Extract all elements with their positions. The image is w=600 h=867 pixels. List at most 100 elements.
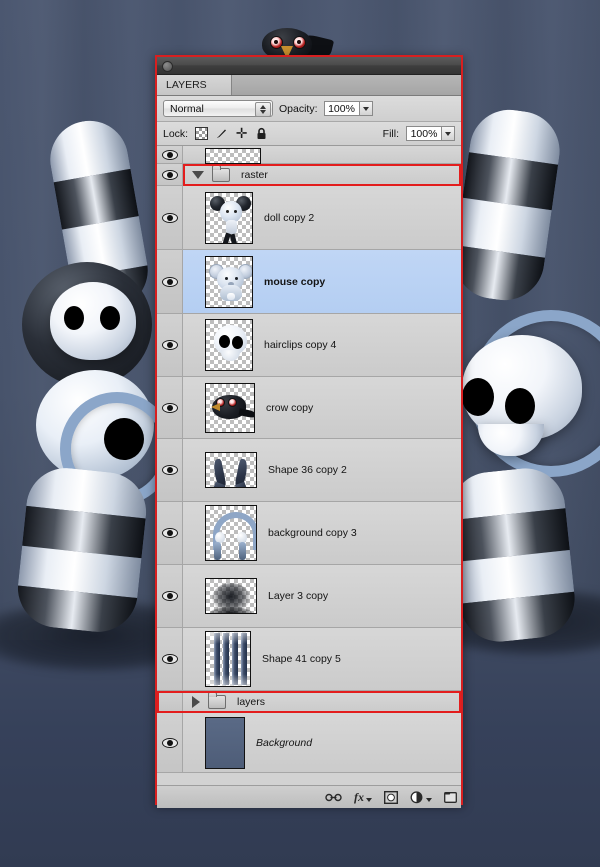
layer-name: mouse copy [264,275,326,288]
skull-eye-left-1 [64,306,84,330]
new-group-icon[interactable] [444,791,457,803]
visibility-eye-icon[interactable] [161,276,178,288]
opacity-input[interactable]: 100% [323,101,360,116]
layer-style-fx-icon[interactable]: fx [354,790,372,805]
visibility-eye-icon[interactable] [161,737,178,749]
visibility-toggle-cell[interactable] [157,314,183,376]
visibility-toggle-cell[interactable] [157,502,183,564]
layer-thumbnail[interactable] [205,578,257,614]
fill-label: Fill: [382,127,399,140]
visibility-eye-icon[interactable] [161,339,178,351]
visibility-toggle-cell[interactable] [157,565,183,627]
move-lock-icon[interactable]: ✛ [235,126,248,140]
layer-name: Background [256,736,313,749]
all-lock-icon[interactable] [255,127,268,140]
blend-mode-value: Normal [170,102,204,115]
blend-options-row[interactable]: Normal Opacity: 100% [157,96,461,122]
layer-row[interactable]: crow copy [157,377,461,439]
fx-label: fx [354,789,364,804]
tab-layers-label: LAYERS [166,79,207,91]
layer-thumbnail[interactable] [205,319,253,371]
visibility-toggle-cell[interactable] [157,146,183,163]
layer-group-row[interactable]: layers [157,691,461,713]
visibility-eye-icon[interactable] [161,527,178,539]
layer-thumbnail[interactable] [205,191,253,244]
layer-name: Shape 41 copy 5 [262,653,341,665]
fill-input[interactable]: 100% [406,126,442,141]
lock-row[interactable]: Lock: ✛ Fill: 100% [157,122,461,146]
layer-row[interactable]: Background [157,713,461,773]
panel-tab-bar[interactable]: LAYERS [157,75,461,96]
layer-row[interactable]: doll copy 2 [157,186,461,250]
layer-name: crow copy [266,401,314,414]
layer-row[interactable]: Shape 36 copy 2 [157,439,461,502]
fill-dropdown-icon[interactable] [442,126,455,141]
layer-name: layers [237,695,266,708]
layer-list[interactable]: raster doll copy 2 mouse copy hairclips cop… [157,146,461,785]
paint-lock-icon[interactable] [215,127,228,140]
visibility-toggle-cell[interactable] [157,250,183,313]
right-limb-lower [446,464,579,646]
chevron-updown-icon[interactable] [255,102,271,117]
visibility-eye-icon[interactable] [161,590,178,602]
visibility-toggle-cell[interactable] [157,628,183,690]
layer-thumbnail[interactable] [205,631,251,687]
layer-thumbnail[interactable] [205,452,257,488]
visibility-toggle-cell[interactable] [157,691,183,712]
blend-mode-select[interactable]: Normal [163,100,273,117]
visibility-eye-icon[interactable] [161,149,178,161]
orb-eye-left [104,418,144,460]
tab-layers[interactable]: LAYERS [157,75,232,95]
layer-row[interactable]: Shape 41 copy 5 [157,628,461,691]
layer-name: background copy 3 [268,527,357,539]
visibility-eye-icon[interactable] [161,653,178,665]
visibility-toggle-cell[interactable] [157,164,183,185]
opacity-dropdown-icon[interactable] [359,101,373,116]
chevron-down-icon[interactable] [192,170,204,179]
folder-icon [208,691,226,709]
layer-thumbnail[interactable] [205,255,253,308]
opacity-field-wrap[interactable]: 100% [323,101,373,116]
visibility-eye-icon[interactable] [161,212,178,224]
layer-row[interactable]: background copy 3 [157,502,461,565]
visibility-toggle-cell[interactable] [157,713,183,772]
visibility-toggle-cell[interactable] [157,439,183,501]
chevron-right-icon[interactable] [192,695,200,708]
link-layers-icon[interactable] [325,792,342,803]
layer-row[interactable]: hairclips copy 4 [157,314,461,377]
layer-name: Layer 3 copy [268,590,329,602]
layer-name: doll copy 2 [264,211,315,224]
layer-thumbnail[interactable] [205,505,257,561]
close-button-icon[interactable] [162,61,173,72]
layer-group-row[interactable]: raster [157,164,461,186]
skull-eye-right-2 [505,388,535,424]
layers-panel-window[interactable]: LAYERS Normal Opacity: 100% Lock: ✛ Fill… [155,55,463,808]
layer-mask-icon[interactable] [384,790,398,804]
panel-titlebar[interactable] [157,57,461,75]
visibility-eye-icon[interactable] [161,402,178,414]
opacity-label: Opacity: [279,102,318,115]
visibility-eye-icon[interactable] [161,464,178,476]
panel-footer-toolbar[interactable]: fx [157,785,461,808]
layer-name: hairclips copy 4 [264,339,337,351]
skull-head-left [50,282,136,360]
layer-row[interactable]: mouse copy [157,250,461,314]
adjustment-layer-icon[interactable] [410,790,432,804]
tab-bar-filler [232,75,461,95]
visibility-toggle-cell[interactable] [157,186,183,249]
layer-row[interactable]: Layer 3 copy [157,565,461,628]
skull-eye-right-1 [462,378,494,416]
layer-row[interactable] [157,146,461,164]
visibility-toggle-cell[interactable] [157,377,183,438]
crow-eye-right [293,36,306,49]
layer-thumbnail[interactable] [205,716,245,769]
layer-thumbnail[interactable] [205,382,255,433]
visibility-eye-icon[interactable] [161,169,178,181]
transparency-lock-icon[interactable] [195,127,209,140]
skull-eye-left-2 [100,306,120,330]
fill-field-wrap[interactable]: 100% [406,126,455,141]
layer-thumbnail[interactable] [205,147,261,164]
layer-name: Shape 36 copy 2 [268,464,347,476]
left-limb-lower [13,464,151,636]
layer-name: raster [241,168,268,181]
